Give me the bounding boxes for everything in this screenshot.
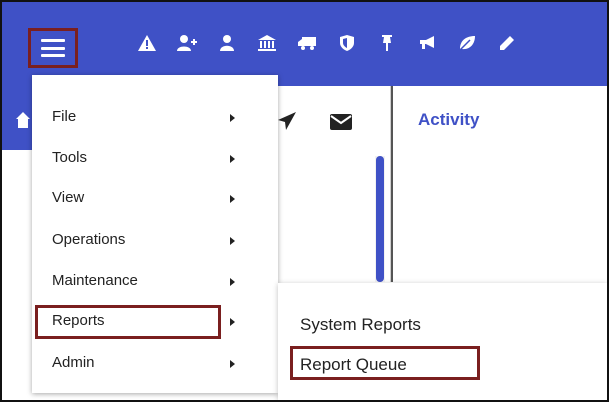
submenu-item-system-reports[interactable]: System Reports bbox=[278, 307, 518, 341]
top-toolbar bbox=[2, 2, 607, 86]
menu-item-admin[interactable]: Admin bbox=[32, 347, 278, 381]
bank-icon[interactable] bbox=[256, 32, 278, 54]
menu-item-operations[interactable]: Operations bbox=[32, 224, 278, 258]
submenu-item-label: System Reports bbox=[300, 315, 421, 334]
hamburger-icon bbox=[41, 39, 65, 57]
menu-item-label: Admin bbox=[52, 354, 95, 371]
submenu-arrow-icon bbox=[230, 318, 235, 326]
menu-item-maintenance[interactable]: Maintenance bbox=[32, 265, 278, 299]
home-icon[interactable] bbox=[16, 112, 30, 128]
mail-icon[interactable] bbox=[330, 114, 352, 135]
submenu-arrow-icon bbox=[230, 155, 235, 163]
main-menu-button[interactable] bbox=[28, 28, 78, 68]
shield-icon[interactable] bbox=[336, 32, 358, 54]
send-icon[interactable] bbox=[278, 112, 296, 135]
menu-item-label: View bbox=[52, 189, 85, 206]
toolbar-icon-group bbox=[136, 32, 518, 54]
menu-item-label: File bbox=[52, 108, 77, 125]
submenu-arrow-icon bbox=[230, 114, 235, 122]
add-user-icon[interactable] bbox=[176, 32, 198, 54]
reports-highlight bbox=[35, 305, 221, 339]
warning-icon[interactable] bbox=[136, 32, 158, 54]
menu-item-file[interactable]: File bbox=[32, 101, 278, 135]
menu-item-label: Operations bbox=[52, 231, 126, 248]
app-window: Activity File Tools View Operations Main… bbox=[0, 0, 609, 402]
menu-item-tools[interactable]: Tools bbox=[32, 142, 278, 176]
truck-icon[interactable] bbox=[296, 32, 318, 54]
pin-icon[interactable] bbox=[376, 32, 398, 54]
main-menu-dropdown: File Tools View Operations Maintenance R… bbox=[32, 75, 278, 393]
menu-item-view[interactable]: View bbox=[32, 182, 278, 216]
menu-item-label: Tools bbox=[52, 149, 88, 166]
reports-submenu: System Reports Report Queue bbox=[278, 283, 607, 400]
megaphone-icon[interactable] bbox=[416, 32, 438, 54]
menu-item-label: Maintenance bbox=[52, 272, 138, 289]
submenu-arrow-icon bbox=[230, 278, 235, 286]
pencil-icon[interactable] bbox=[496, 32, 518, 54]
submenu-arrow-icon bbox=[230, 360, 235, 368]
submenu-arrow-icon bbox=[230, 237, 235, 245]
scrollbar-thumb[interactable] bbox=[376, 156, 384, 282]
report-queue-highlight bbox=[290, 346, 480, 380]
activity-title: Activity bbox=[418, 110, 480, 129]
submenu-arrow-icon bbox=[230, 195, 235, 203]
leaf-icon[interactable] bbox=[456, 32, 478, 54]
user-icon[interactable] bbox=[216, 32, 238, 54]
